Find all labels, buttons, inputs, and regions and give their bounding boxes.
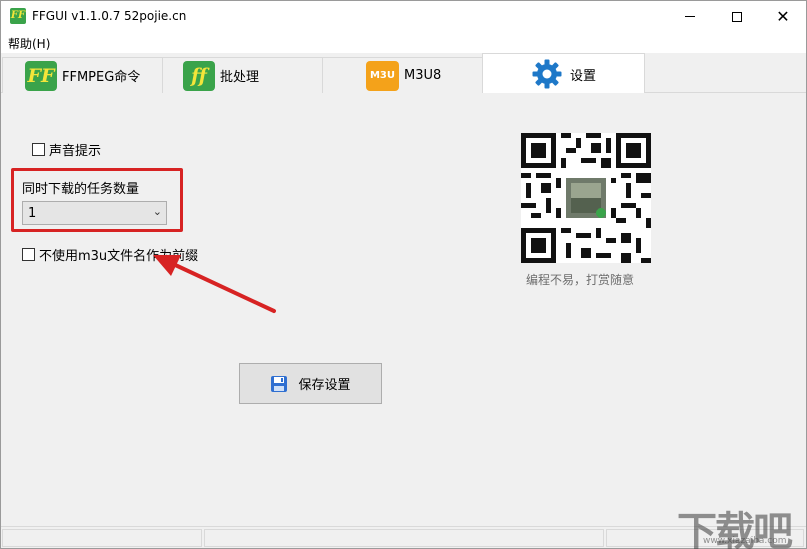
tab-settings[interactable]: 设置 — [482, 53, 645, 94]
status-segment — [204, 529, 604, 547]
tab-label: M3U8 — [404, 68, 442, 83]
gear-icon — [532, 59, 562, 89]
close-button[interactable]: ✕ — [760, 1, 806, 32]
site-watermark-url: www.xiazaiba.com — [703, 536, 787, 546]
tab-ffmpeg-command[interactable]: FF FFMPEG命令 — [2, 57, 163, 93]
tab-label: 批处理 — [220, 70, 260, 85]
tab-m3u8[interactable]: M3U M3U8 — [322, 57, 483, 93]
menu-bar: 帮助(H) — [1, 32, 806, 52]
app-window: FF FFGUI v1.1.0.7 52pojie.cn ✕ 帮助(H) FF … — [0, 0, 807, 549]
tab-label: FFMPEG命令 — [62, 70, 141, 85]
ff-logo-icon: ff — [183, 60, 215, 91]
maximize-button[interactable] — [714, 1, 760, 32]
tab-strip: FF FFMPEG命令 ff 批处理 M3U M3U8 设置 — [1, 53, 806, 94]
status-segment — [2, 529, 202, 547]
menu-help[interactable]: 帮助(H) — [8, 35, 50, 52]
maximize-icon — [732, 11, 742, 22]
close-icon: ✕ — [776, 6, 790, 26]
minimize-button[interactable] — [667, 1, 713, 32]
annotation-arrow — [153, 255, 276, 313]
app-logo-icon: FF — [10, 8, 26, 24]
window-title-site: 52pojie.cn — [124, 9, 187, 23]
m3u-logo-icon: M3U — [366, 60, 399, 91]
minimize-icon — [685, 16, 695, 17]
ff-logo-icon: FF — [25, 60, 57, 91]
window-title: FFGUI v1.1.0.7 — [32, 9, 121, 23]
tab-label: 设置 — [570, 68, 597, 84]
tab-batch[interactable]: ff 批处理 — [162, 57, 323, 93]
settings-panel: 声音提示 同时下载的任务数量 1 ⌄ 不使用m3u文件名作为前缀 编程不易，打赏… — [1, 93, 806, 548]
title-bar: FF FFGUI v1.1.0.7 52pojie.cn ✕ — [1, 1, 806, 32]
